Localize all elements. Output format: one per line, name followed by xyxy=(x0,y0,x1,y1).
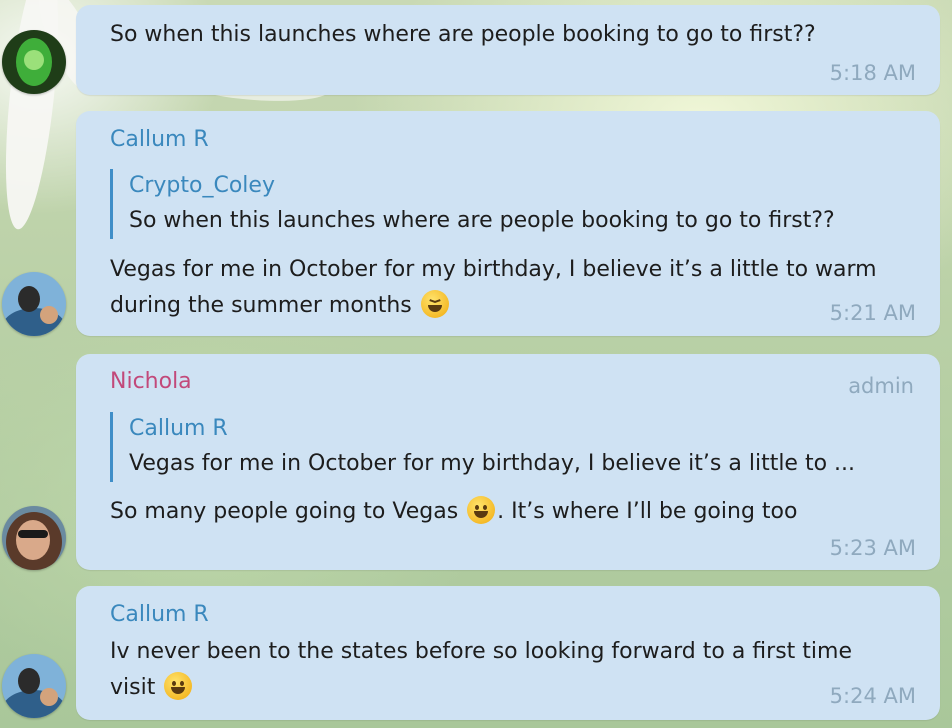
message-text-body: Iv never been to the states before so lo… xyxy=(110,639,852,700)
message-text: Iv never been to the states before so lo… xyxy=(110,634,900,706)
message-text-before: So many people going to Vegas xyxy=(110,499,459,524)
sender-name[interactable]: Callum R xyxy=(110,600,209,630)
reply-text: Vegas for me in October for my birthday,… xyxy=(129,451,856,476)
message-text: So many people going to Vegas . It’s whe… xyxy=(110,494,900,530)
reply-quote[interactable]: Callum R Vegas for me in October for my … xyxy=(110,412,855,482)
reply-quote[interactable]: Crypto_Coley So when this launches where… xyxy=(110,169,835,239)
message-timestamp: 5:23 AM xyxy=(829,536,916,560)
admin-badge: admin xyxy=(848,374,914,398)
sender-name[interactable]: Callum R xyxy=(110,125,209,155)
message-bubble[interactable]: Callum R Iv never been to the states bef… xyxy=(76,586,940,720)
green-mask-avatar-icon[interactable] xyxy=(2,30,66,94)
message-text-body: Vegas for me in October for my birthday,… xyxy=(110,257,877,318)
woman-sunglasses-avatar-icon[interactable] xyxy=(2,506,66,570)
message-bubble[interactable]: Nichola admin Callum R Vegas for me in O… xyxy=(76,354,940,570)
message-bubble[interactable]: Callum R Crypto_Coley So when this launc… xyxy=(76,111,940,336)
laughing-face-emoji xyxy=(420,290,449,318)
smiling-face-emoji xyxy=(164,672,193,700)
man-poolside-avatar-icon[interactable] xyxy=(2,272,66,336)
message-timestamp: 5:18 AM xyxy=(829,61,916,85)
message-bubble[interactable]: So when this launches where are people b… xyxy=(76,5,940,95)
message-text-after: . It’s where I’ll be going too xyxy=(497,499,798,524)
man-poolside-avatar-icon[interactable] xyxy=(2,654,66,718)
smiling-face-emoji xyxy=(467,496,496,524)
message-text: So when this launches where are people b… xyxy=(110,22,816,47)
reply-author: Callum R xyxy=(129,416,228,441)
message-timestamp: 5:21 AM xyxy=(829,301,916,325)
message-text: Vegas for me in October for my birthday,… xyxy=(110,252,900,324)
sender-name[interactable]: Nichola xyxy=(110,367,192,397)
message-timestamp: 5:24 AM xyxy=(829,684,916,708)
reply-author: Crypto_Coley xyxy=(129,173,275,198)
reply-text: So when this launches where are people b… xyxy=(129,208,835,233)
